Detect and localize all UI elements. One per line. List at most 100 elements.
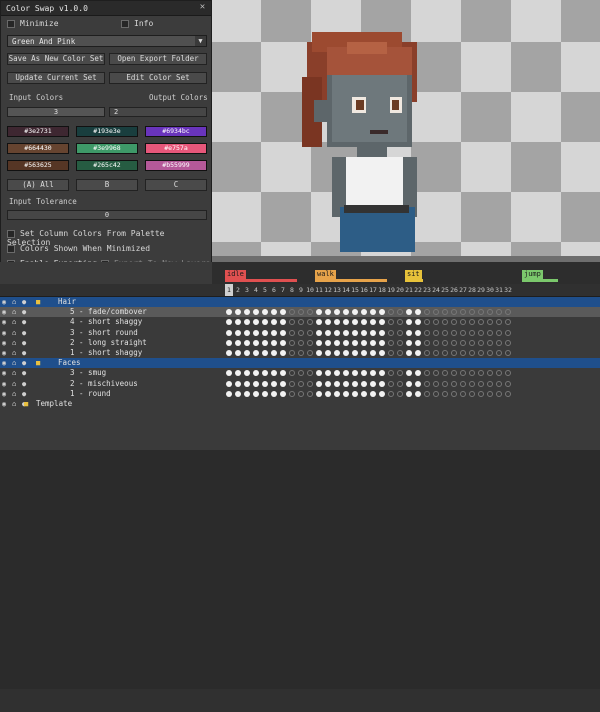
cel[interactable] <box>406 309 412 316</box>
cel[interactable] <box>343 319 349 326</box>
frame-number[interactable]: 26 <box>450 286 458 294</box>
continuous-icon[interactable]: ● <box>22 389 26 399</box>
cel[interactable] <box>460 339 466 346</box>
cel[interactable] <box>289 309 295 316</box>
cel[interactable] <box>388 350 394 356</box>
lock-icon[interactable]: ⌂ <box>12 348 16 358</box>
cel[interactable] <box>406 370 412 377</box>
cel[interactable] <box>352 329 358 336</box>
cel[interactable] <box>244 380 250 387</box>
cel[interactable] <box>226 309 232 316</box>
sprite-canvas[interactable] <box>212 0 600 262</box>
lock-icon[interactable]: ⌂ <box>12 328 16 338</box>
cel[interactable] <box>478 390 484 397</box>
cel[interactable] <box>433 339 439 346</box>
update-current-set-button[interactable]: Update Current Set <box>7 72 105 84</box>
color-swatch[interactable]: #3e2731 <box>7 126 69 137</box>
cel[interactable] <box>442 380 448 387</box>
cel[interactable] <box>478 319 484 326</box>
cel[interactable] <box>244 319 250 326</box>
cel[interactable] <box>505 380 511 387</box>
cel[interactable] <box>451 350 457 356</box>
cel[interactable] <box>334 350 340 356</box>
cel[interactable] <box>505 350 511 356</box>
cel[interactable] <box>442 390 448 397</box>
cel[interactable] <box>280 370 286 377</box>
cel[interactable] <box>487 390 493 397</box>
cel[interactable] <box>505 339 511 346</box>
color-swatch[interactable]: #b55999 <box>145 160 207 171</box>
frame-tag-sit[interactable]: sit <box>405 270 422 279</box>
frame-number[interactable]: 19 <box>387 286 395 294</box>
cel[interactable] <box>226 339 232 346</box>
column-a-all-button[interactable]: (A) All <box>7 179 69 191</box>
layer-row[interactable]: ◉ ⌂ ● 2 - long straight <box>0 338 222 348</box>
frame-tag-idle[interactable]: idle <box>225 270 246 279</box>
cel[interactable] <box>235 329 241 336</box>
frame-number[interactable]: 9 <box>297 286 305 294</box>
cel[interactable] <box>460 329 466 336</box>
cel[interactable] <box>379 309 385 316</box>
minimize-option[interactable]: Minimize <box>7 19 59 28</box>
info-checkbox[interactable] <box>121 19 129 28</box>
edit-color-set-button[interactable]: Edit Color Set <box>109 72 207 84</box>
cel[interactable] <box>271 390 277 397</box>
cel[interactable] <box>325 380 331 387</box>
frame-number[interactable]: 3 <box>243 286 251 294</box>
eye-icon[interactable]: ◉ <box>2 379 6 389</box>
cel[interactable] <box>352 380 358 387</box>
cel[interactable] <box>298 309 304 316</box>
cel[interactable] <box>460 370 466 377</box>
eye-icon[interactable]: ◉ <box>2 328 6 338</box>
cel[interactable] <box>307 380 313 387</box>
input-colors-slider[interactable]: 3 <box>7 107 105 117</box>
cel[interactable] <box>415 329 421 336</box>
frame-number[interactable]: 20 <box>396 286 404 294</box>
cel[interactable] <box>388 370 394 377</box>
color-set-select[interactable]: Green And Pink ▼ <box>7 35 207 47</box>
cel[interactable] <box>271 350 277 356</box>
cel[interactable] <box>469 339 475 346</box>
cel[interactable] <box>451 319 457 326</box>
lock-icon[interactable]: ⌂ <box>12 358 16 368</box>
cel[interactable] <box>442 339 448 346</box>
cel[interactable] <box>460 390 466 397</box>
cel[interactable] <box>298 319 304 326</box>
cel[interactable] <box>271 370 277 377</box>
lock-icon[interactable]: ⌂ <box>12 368 16 378</box>
cel[interactable] <box>442 350 448 356</box>
cel[interactable] <box>334 329 340 336</box>
cel[interactable] <box>298 339 304 346</box>
cel[interactable] <box>397 319 403 326</box>
cel[interactable] <box>424 329 430 336</box>
cel[interactable] <box>262 309 268 316</box>
continuous-icon[interactable]: ● <box>22 358 26 368</box>
cel[interactable] <box>244 339 250 346</box>
continuous-icon[interactable]: ● <box>22 328 26 338</box>
cel[interactable] <box>379 329 385 336</box>
dialog-titlebar[interactable]: Color Swap v1.0.0 ✕ <box>1 1 211 16</box>
cel[interactable] <box>307 309 313 316</box>
cel[interactable] <box>361 319 367 326</box>
cel[interactable] <box>397 329 403 336</box>
cel[interactable] <box>496 329 502 336</box>
color-swatch[interactable]: #563625 <box>7 160 69 171</box>
input-tolerance-slider[interactable]: 0 <box>7 210 207 220</box>
cel[interactable] <box>424 390 430 397</box>
cel[interactable] <box>361 339 367 346</box>
cel[interactable] <box>451 339 457 346</box>
info-option[interactable]: Info <box>121 19 153 28</box>
cel[interactable] <box>370 350 376 356</box>
cel[interactable] <box>253 309 259 316</box>
lock-icon[interactable]: ⌂ <box>12 399 16 409</box>
cel[interactable] <box>262 319 268 326</box>
color-swatch[interactable]: #265c42 <box>76 160 138 171</box>
cel[interactable] <box>289 370 295 377</box>
cel[interactable] <box>478 380 484 387</box>
cel[interactable] <box>298 380 304 387</box>
cel[interactable] <box>343 370 349 377</box>
cel[interactable] <box>271 380 277 387</box>
cel[interactable] <box>487 350 493 356</box>
cel[interactable] <box>424 380 430 387</box>
set-columns-checkbox[interactable] <box>7 229 15 238</box>
